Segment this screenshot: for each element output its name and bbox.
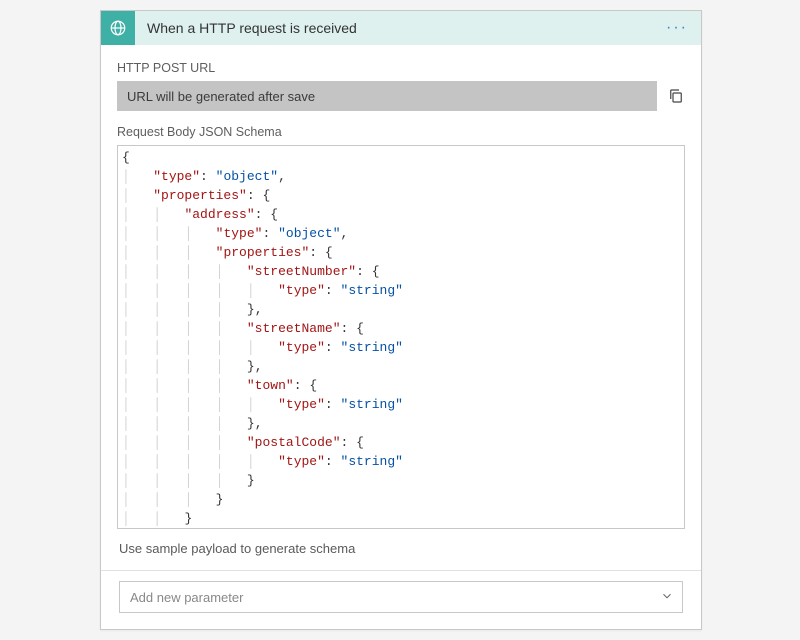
- add-parameter-dropdown[interactable]: Add new parameter: [119, 581, 683, 613]
- copy-url-button[interactable]: [667, 87, 685, 105]
- schema-label: Request Body JSON Schema: [117, 125, 685, 139]
- schema-editor[interactable]: { │ "type": "object", │ "properties": { …: [117, 145, 685, 529]
- post-url-value: URL will be generated after save: [117, 81, 657, 111]
- post-url-label: HTTP POST URL: [117, 61, 685, 75]
- trigger-card: When a HTTP request is received ··· HTTP…: [100, 10, 702, 630]
- divider: [101, 570, 701, 571]
- trigger-header[interactable]: When a HTTP request is received ···: [101, 11, 701, 45]
- globe-icon: [101, 11, 135, 45]
- sample-payload-link[interactable]: Use sample payload to generate schema: [117, 529, 685, 570]
- post-url-row: URL will be generated after save: [117, 81, 685, 111]
- schema-code[interactable]: { │ "type": "object", │ "properties": { …: [122, 148, 680, 529]
- trigger-title: When a HTTP request is received: [135, 20, 663, 36]
- trigger-menu-button[interactable]: ···: [663, 19, 691, 37]
- add-parameter-placeholder: Add new parameter: [130, 590, 243, 605]
- trigger-body: HTTP POST URL URL will be generated afte…: [101, 45, 701, 629]
- chevron-down-icon: [660, 589, 674, 606]
